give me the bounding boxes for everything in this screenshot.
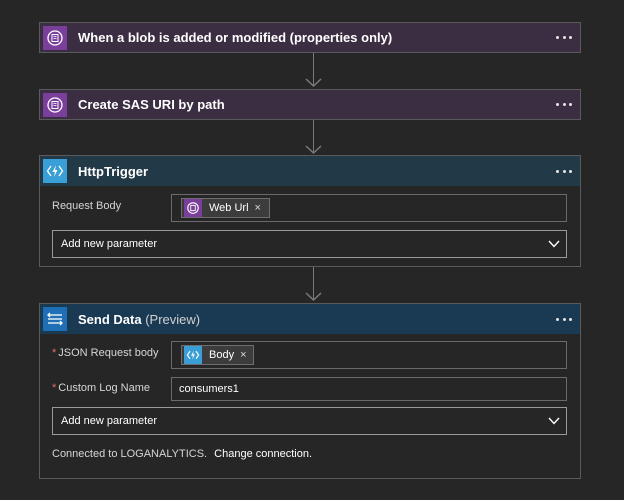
request-body-field[interactable]: Web Url ×	[171, 194, 567, 222]
chevron-down-icon	[548, 417, 560, 425]
dynamic-content-token[interactable]: Body ×	[181, 345, 254, 365]
preview-suffix: (Preview)	[145, 311, 201, 327]
custom-log-name-input[interactable]: consumers1	[171, 377, 567, 401]
blob-storage-icon	[43, 92, 67, 117]
token-label: Body	[209, 349, 235, 361]
azure-function-icon	[43, 159, 67, 183]
step-title: Send Data (Preview)	[78, 311, 201, 327]
flow-arrow-icon	[305, 292, 322, 302]
custom-log-name-value: consumers1	[179, 383, 239, 395]
dropdown-label: Add new parameter	[61, 238, 157, 250]
connection-status: Connected to LOGANALYTICS. Change connec…	[52, 448, 312, 460]
step-card-send-data[interactable]: Send Data (Preview) * JSON Request body B…	[39, 303, 581, 479]
flow-arrow-icon	[305, 145, 322, 155]
more-options-icon[interactable]	[556, 312, 572, 326]
add-parameter-dropdown[interactable]: Add new parameter	[52, 407, 567, 435]
required-marker: *	[52, 347, 57, 359]
json-body-field[interactable]: Body ×	[171, 341, 567, 369]
dropdown-label: Add new parameter	[61, 415, 157, 427]
add-parameter-dropdown[interactable]: Add new parameter	[52, 230, 567, 258]
step-title: HttpTrigger	[78, 163, 149, 179]
step-header[interactable]: HttpTrigger	[40, 156, 580, 186]
blob-storage-icon	[184, 199, 202, 217]
json-body-label: * JSON Request body	[52, 347, 159, 359]
token-label: Web Url	[209, 202, 249, 214]
azure-function-icon	[184, 346, 202, 364]
remove-token-icon[interactable]: ×	[255, 202, 261, 214]
step-header[interactable]: When a blob is added or modified (proper…	[40, 23, 580, 52]
remove-token-icon[interactable]: ×	[240, 349, 246, 361]
blob-storage-icon	[43, 25, 67, 50]
step-title: Create SAS URI by path	[78, 97, 225, 112]
log-analytics-icon	[43, 307, 67, 331]
step-card-http-trigger[interactable]: HttpTrigger Request Body Web Url × Add n…	[39, 155, 581, 267]
required-marker: *	[52, 382, 57, 394]
custom-log-name-label: * Custom Log Name	[52, 382, 150, 394]
connection-text: Connected to LOGANALYTICS.	[52, 448, 208, 460]
chevron-down-icon	[548, 240, 560, 248]
step-card-blob-trigger[interactable]: When a blob is added or modified (proper…	[39, 22, 581, 53]
step-card-create-sas-uri[interactable]: Create SAS URI by path	[39, 89, 581, 120]
step-title: When a blob is added or modified (proper…	[78, 30, 393, 45]
flow-arrow-icon	[305, 78, 322, 88]
more-options-icon[interactable]	[556, 98, 572, 112]
step-header[interactable]: Create SAS URI by path	[40, 90, 580, 119]
more-options-icon[interactable]	[556, 164, 572, 178]
change-connection-link[interactable]: Change connection.	[214, 448, 312, 460]
step-header[interactable]: Send Data (Preview)	[40, 304, 580, 334]
dynamic-content-token[interactable]: Web Url ×	[181, 198, 270, 218]
request-body-label: Request Body	[52, 200, 122, 212]
more-options-icon[interactable]	[556, 31, 572, 45]
